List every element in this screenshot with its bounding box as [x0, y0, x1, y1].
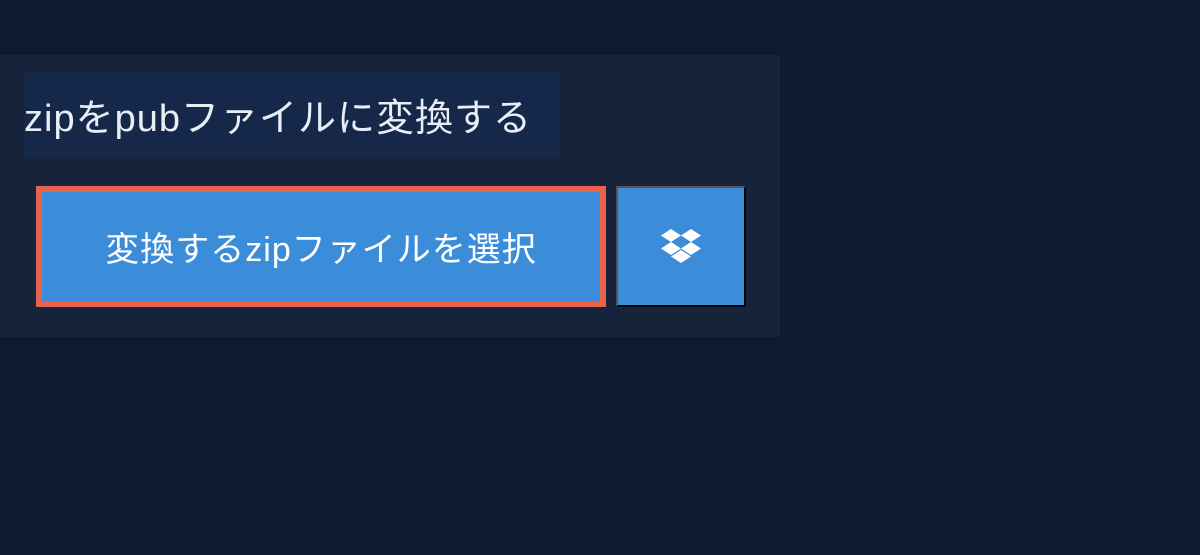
page-title: zipをpubファイルに変換する	[24, 87, 532, 142]
select-file-label: 変換するzipファイルを選択	[105, 222, 536, 271]
select-file-button[interactable]: 変換するzipファイルを選択	[36, 186, 606, 307]
dropbox-button[interactable]	[616, 186, 746, 307]
converter-panel: zipをpubファイルに変換する 変換するzipファイルを選択	[0, 55, 780, 337]
title-container: zipをpubファイルに変換する	[24, 73, 560, 158]
action-row: 変換するzipファイルを選択	[28, 186, 752, 307]
dropbox-icon	[661, 229, 701, 265]
